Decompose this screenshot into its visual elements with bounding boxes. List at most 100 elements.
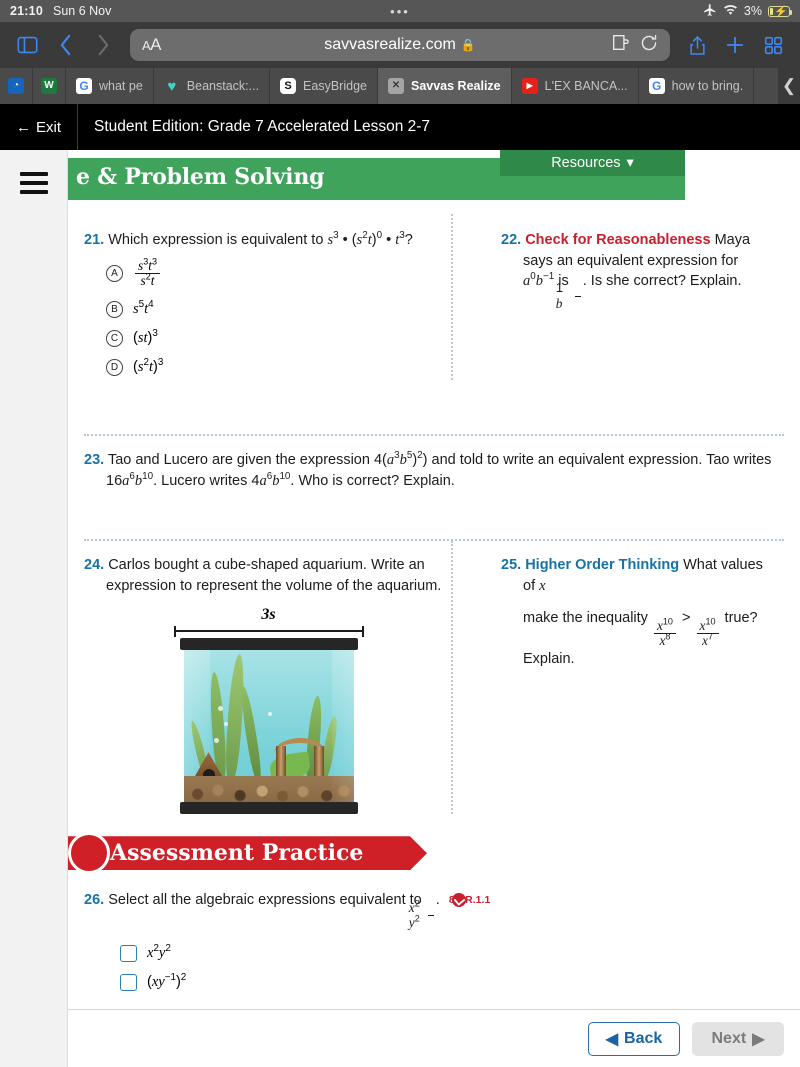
dynamic-island-dots: ••• (390, 3, 410, 19)
browser-tab-strip: ◔ W G what pe ♥ Beanstack:... S EasyBrid… (0, 68, 800, 104)
question-24-number: 24. (84, 557, 105, 574)
question-21-number: 21. (84, 232, 105, 248)
standard-badge: 8.AR.1.1 (449, 893, 490, 908)
browser-tab[interactable]: S EasyBridge (270, 68, 378, 104)
plant (223, 653, 246, 783)
browser-tab-active[interactable]: ✕ Savvas Realize (377, 68, 512, 104)
choice-letter: D (106, 358, 123, 376)
question-25-inequality-line: make the inequality x10 x8 > x10 x7 true? … (523, 610, 758, 667)
answer-choice-b[interactable]: B s5t4 (106, 300, 453, 318)
question-24-prompt: 24. Carlos bought a cube-shaped aquarium… (84, 557, 442, 594)
question-26-prompt: 26. Select all the algebraic expressions… (84, 892, 491, 931)
tab-overview-button[interactable] (756, 28, 790, 62)
extensions-icon[interactable] (611, 34, 630, 56)
forward-button[interactable] (86, 28, 120, 62)
page-navigation-footer: ◀ Back Next ▶ (68, 1009, 800, 1067)
question-21-prompt: 21. Which expression is equivalent to s3… (84, 230, 413, 248)
option-label: (xy−1)2 (147, 972, 187, 990)
answer-choice-a[interactable]: A s3t3 s2t (106, 257, 453, 289)
question-23-number: 23. (84, 451, 105, 468)
x-icon: ✕ (387, 78, 404, 94)
gravel (183, 776, 354, 803)
lock-icon: 🔒 (460, 38, 476, 52)
question-24: 24. Carlos bought a cube-shaped aquarium… (84, 555, 467, 815)
choice-letter: A (106, 265, 123, 283)
sidebar-toggle-icon[interactable] (10, 28, 44, 62)
exit-label: Exit (35, 118, 61, 136)
new-tab-button[interactable] (718, 28, 752, 62)
browser-tab[interactable]: G what pe (66, 68, 154, 104)
choice-letter: B (106, 300, 123, 318)
back-button[interactable] (48, 28, 82, 62)
wifi-icon (723, 4, 738, 19)
answer-choice-c[interactable]: C (st)3 (106, 329, 453, 347)
reload-icon[interactable] (640, 34, 658, 57)
fraction-left: x10 x8 (653, 617, 676, 649)
app-title-bar: ← Exit Student Edition: Grade 7 Accelera… (0, 104, 800, 150)
dimension-line: 3s (169, 606, 369, 638)
page-settings-button[interactable]: AA (142, 35, 162, 55)
lesson-title: Student Edition: Grade 7 Accelerated Les… (94, 118, 431, 135)
dimension-label: 3s (261, 606, 276, 624)
checkbox[interactable] (120, 944, 137, 962)
inequality-operator: > (682, 610, 691, 627)
tank-base (179, 802, 358, 815)
checkbox-option[interactable]: (xy−1)2 (120, 972, 784, 991)
question-23: 23. Tao and Lucero are given the express… (68, 436, 800, 491)
triangle-right-icon: ▶ (752, 1030, 765, 1048)
browser-tab-label: L'EX BANCA... (544, 79, 628, 93)
browser-tab-label: what pe (99, 79, 143, 93)
assessment-practice-banner: Assessment Practice (68, 832, 784, 875)
question-26: 26. Select all the algebraic expressions… (84, 890, 784, 991)
worksheet-content: 21. Which expression is equivalent to s3… (68, 208, 800, 1067)
question-22-number: 22. (501, 232, 522, 248)
question-25-prompt: 25. Higher Order Thinking What values of… (501, 557, 763, 594)
google-icon: G (76, 78, 92, 94)
browser-tab[interactable]: ◔ (0, 68, 33, 104)
browser-tab[interactable]: ♥ Beanstack:... (154, 68, 271, 104)
heart-icon: ♥ (167, 77, 177, 95)
app-icon: ◔ (8, 78, 24, 94)
browser-tab-label: Savvas Realize (410, 79, 501, 93)
exit-button[interactable]: ← Exit (0, 104, 78, 150)
bubble (223, 722, 228, 727)
question-25-number: 25. (501, 557, 522, 574)
question-row-24-25: 24. Carlos bought a cube-shaped aquarium… (68, 541, 800, 815)
browser-tab[interactable]: ▶ L'EX BANCA... (512, 68, 639, 104)
assessment-practice-section: Assessment Practice 26. Select all the a… (68, 832, 800, 991)
checkbox-option[interactable]: x2y2 (120, 944, 784, 962)
question-26-options: x2y2 (xy−1)2 (84, 944, 784, 991)
s-icon: S (280, 78, 297, 94)
triangle-left-icon: ◀ (605, 1030, 619, 1048)
section-header-bar: e & Problem Solving Resources ▾ (68, 150, 685, 200)
airplane-icon (703, 3, 717, 20)
column-divider (451, 541, 453, 815)
plant (238, 686, 263, 783)
browser-tab[interactable]: W (33, 68, 66, 104)
status-time: 21:10 (10, 4, 43, 18)
question-21-choices: A s3t3 s2t B s5t4 C (st)3 D (s2t)3 (84, 257, 453, 376)
resources-dropdown[interactable]: Resources ▾ (500, 150, 685, 176)
back-button[interactable]: ◀ Back (588, 1021, 680, 1056)
banner-ribbon: Assessment Practice (68, 836, 427, 870)
tab-overflow-chevron-icon[interactable]: ❮ (778, 68, 800, 104)
caret-down-icon: ▾ (626, 155, 634, 171)
battery-icon: ⚡ (768, 5, 792, 18)
browser-tab-label: EasyBridge (303, 79, 367, 93)
question-22-prompt: 22. Check for Reasonableness Maya says a… (501, 232, 751, 312)
checkbox[interactable] (120, 973, 137, 991)
browser-toolbar: AA savvasrealize.com 🔒 (0, 22, 800, 68)
question-26-number: 26. (84, 892, 105, 909)
choice-letter: C (106, 329, 123, 347)
share-icon[interactable] (680, 28, 714, 62)
answer-choice-d[interactable]: D (s2t)3 (106, 358, 453, 376)
hamburger-menu-icon[interactable] (20, 172, 48, 194)
browser-tab[interactable]: G how to bring. (639, 68, 755, 104)
tank-glass (183, 650, 354, 803)
address-bar[interactable]: AA savvasrealize.com 🔒 (130, 29, 670, 61)
aquarium-figure: 3s (169, 606, 369, 815)
google-icon: G (648, 78, 665, 94)
resources-label: Resources (551, 155, 621, 171)
question-25-title: Higher Order Thinking (525, 557, 680, 574)
next-button[interactable]: Next ▶ (692, 1021, 784, 1056)
